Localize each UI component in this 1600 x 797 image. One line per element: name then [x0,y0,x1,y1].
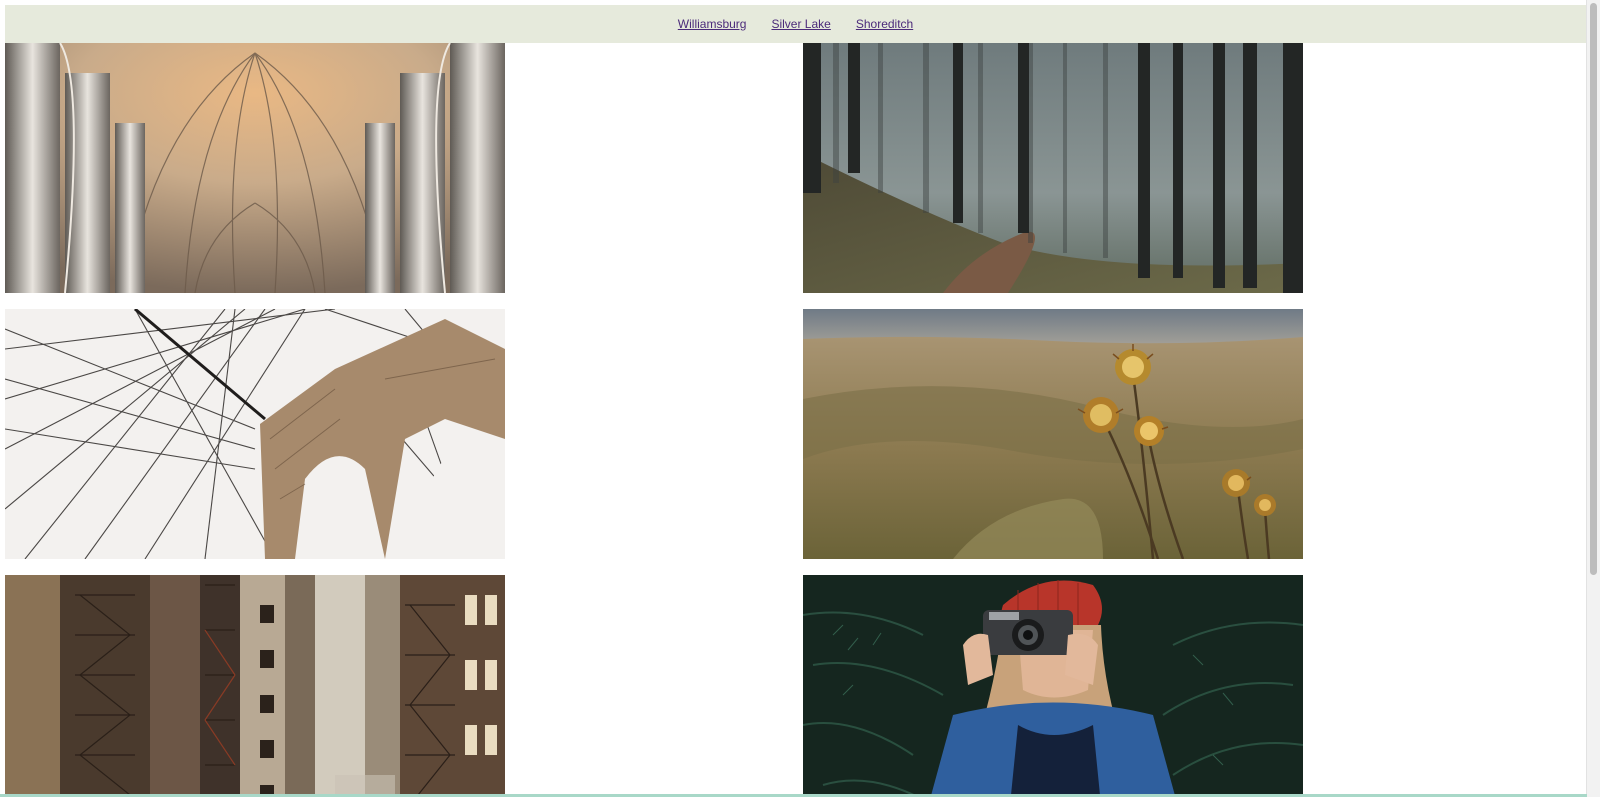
gallery-image-photographer[interactable] [803,575,1303,797]
thistle-photo [803,309,1303,559]
forest-photo [803,43,1303,293]
photographer-photo [803,575,1303,797]
gallery-image-buildings[interactable] [5,575,505,797]
gallery-image-cathedral[interactable] [5,43,505,293]
gallery-image-bridge[interactable] [5,309,505,559]
bridge-photo [5,309,505,559]
top-navigation: Williamsburg Silver Lake Shoreditch [5,5,1586,43]
gallery-image-thistle[interactable] [803,309,1303,559]
buildings-photo [5,575,505,797]
nav-link-silver-lake[interactable]: Silver Lake [771,17,830,31]
gallery-image-forest[interactable] [803,43,1303,293]
vertical-scrollbar[interactable] [1586,0,1600,797]
cathedral-photo [5,43,505,293]
nav-link-williamsburg[interactable]: Williamsburg [678,17,747,31]
nav-link-shoreditch[interactable]: Shoreditch [856,17,913,31]
page-frame: Williamsburg Silver Lake Shoreditch [5,5,1586,797]
scrollbar-thumb[interactable] [1590,3,1597,575]
